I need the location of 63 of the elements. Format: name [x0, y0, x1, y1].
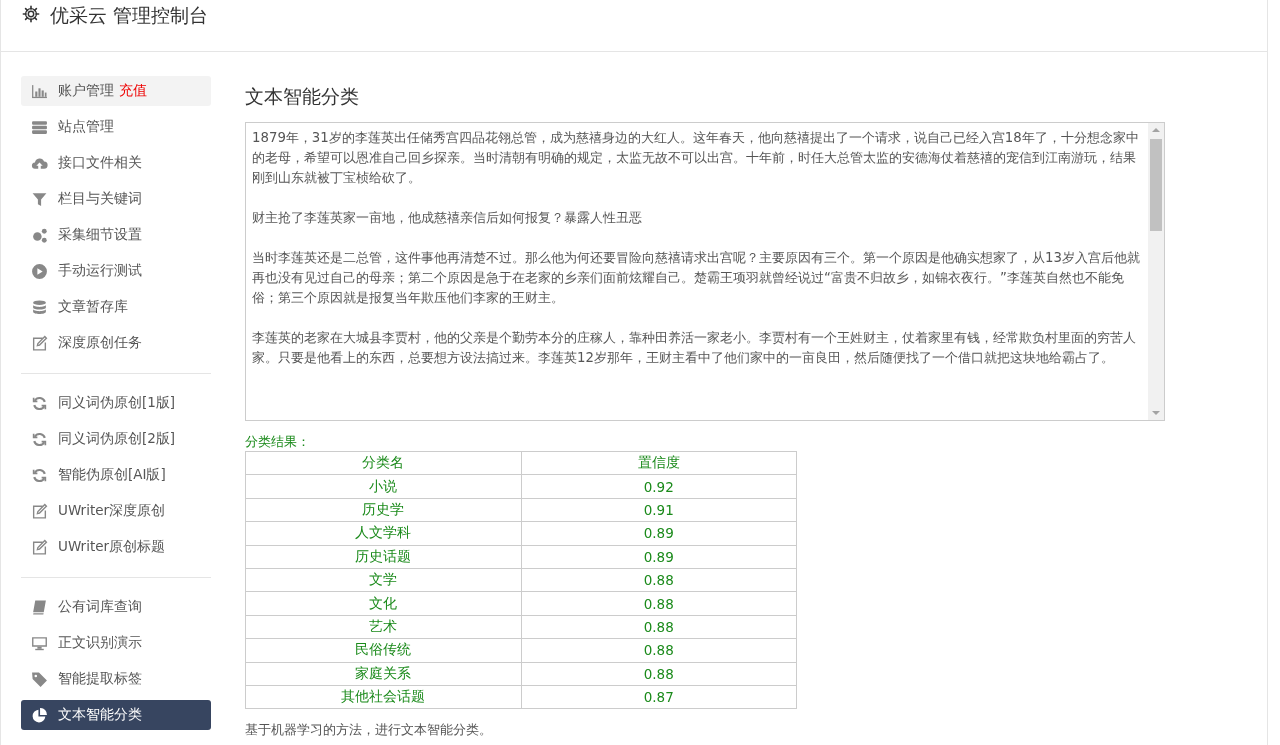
sidebar-item[interactable]: 账户管理 充值 [21, 76, 211, 106]
server-icon [31, 118, 48, 136]
sidebar-item[interactable]: 深度原创任务 [21, 328, 211, 358]
table-cell: 文学 [245, 568, 521, 592]
sidebar-item[interactable]: 文本智能分类 [21, 700, 211, 730]
text-input-field[interactable]: 1879年，31岁的李莲英出任储秀宫四品花翎总管，成为慈禧身边的大红人。这年春天，他向慈禧提出了一个请求，说自己已经入宫18年了，十分想念家中的老母，希望可以恩准自己回乡探亲。当时清朝有明确的规定，太监无故不可以出宫。十年前，时任大总管太监的安德海仗着慈禧的宠信到江南游玩，结果刚到山东就被丁宝桢给砍了。 财主抢了李莲英家一亩地，他成慈禧亲信后如何报复？暴露人性丑恶 当时李莲英还是二总管，这件事他再清楚不过。那么他为何还要冒险向慈禧请求出宫呢？主要原因有三个。第一个原因是他确实想家了，从13岁入宫后他就再也没有见过自己的母亲；第二个原因是急于在老家的乡亲们面前炫耀自己。楚霸王项羽就曾经说过“富贵不归故乡，如锦衣夜行。”李莲英自然也不能免俗；第三个原因就是报复当年欺压他们李家的王财主。 李莲英的老家在大城县李贾村，他的父亲是个勤劳本分的庄稼人，靠种田养活一家老小。李贾村有一个王姓财主，仗着家里有钱，经常欺负村里面的穷苦人家。只要是他看上的东西，总要想方设法搞过来。李莲英12岁那年，王财主看中了他们家中的一亩良田，然后随便找了一个借口就把这块地给霸占了。 [245, 122, 1165, 421]
column-header: 分类名 [245, 451, 521, 475]
play-icon [31, 262, 48, 280]
table-cell: 人文学科 [245, 521, 521, 546]
sidebar-item[interactable]: 站点管理 [21, 112, 211, 142]
refresh-icon [31, 466, 48, 484]
scrollbar[interactable] [1148, 123, 1164, 420]
table-cell: 0.88 [521, 568, 797, 592]
table-cell: 文化 [245, 591, 521, 616]
table-cell: 0.87 [521, 685, 797, 709]
table-cell: 0.91 [521, 498, 797, 522]
sidebar-item[interactable]: 同义词伪原创[1版] [21, 388, 211, 418]
sidebar-item[interactable]: 同义词伪原创[2版] [21, 424, 211, 454]
sidebar-item[interactable]: 采集细节设置 [21, 220, 211, 250]
sidebar-item[interactable]: 手动运行测试 [21, 256, 211, 286]
bar-chart-icon [31, 82, 48, 100]
gears-icon [31, 226, 48, 244]
table-cell: 0.88 [521, 591, 797, 616]
refresh-icon [31, 394, 48, 412]
pie-chart-icon [31, 706, 48, 724]
table-cell: 0.88 [521, 638, 797, 662]
tag-icon [31, 670, 48, 688]
result-label: 分类结果： [245, 433, 311, 451]
table-cell: 历史学 [245, 498, 521, 522]
table-cell: 0.89 [521, 521, 797, 546]
table-cell: 0.92 [521, 474, 797, 499]
table-cell: 小说 [245, 474, 521, 499]
monitor-icon [31, 634, 48, 652]
edit-icon [31, 334, 48, 352]
settings-icon [22, 5, 40, 23]
sidebar-item[interactable]: UWriter深度原创 [21, 496, 211, 526]
database-icon [31, 298, 48, 316]
sidebar-item[interactable]: UWriter原创标题 [21, 532, 211, 562]
description-text: 基于机器学习的方法，进行文本智能分类。 [245, 721, 493, 740]
sidebar-item[interactable]: 智能伪原创[AI版] [21, 460, 211, 490]
table-cell: 其他社会话题 [245, 685, 521, 709]
book-icon [31, 598, 48, 616]
sidebar-item[interactable]: 公有词库查询 [21, 592, 211, 622]
table-cell: 艺术 [245, 615, 521, 639]
table-cell: 民俗传统 [245, 638, 521, 662]
table-cell: 0.88 [521, 662, 797, 686]
table-cell: 历史话题 [245, 545, 521, 569]
sidebar-item[interactable]: 栏目与关键词 [21, 184, 211, 214]
table-cell: 0.89 [521, 545, 797, 569]
column-header: 置信度 [521, 451, 797, 475]
console-title: 优采云 管理控制台 [50, 3, 209, 27]
sidebar-item[interactable]: 智能提取标签 [21, 664, 211, 694]
edit-icon [31, 502, 48, 520]
filter-icon [31, 190, 48, 208]
sidebar-item[interactable]: 接口文件相关 [21, 148, 211, 178]
table-cell: 家庭关系 [245, 662, 521, 686]
table-cell: 0.88 [521, 615, 797, 639]
recharge-link[interactable]: 充值 [119, 82, 147, 100]
sidebar-item[interactable]: 正文识别演示 [21, 628, 211, 658]
sidebar-item[interactable]: 文章暂存库 [21, 292, 211, 322]
refresh-icon [31, 430, 48, 448]
page-title: 文本智能分类 [245, 84, 360, 108]
edit-icon [31, 538, 48, 556]
